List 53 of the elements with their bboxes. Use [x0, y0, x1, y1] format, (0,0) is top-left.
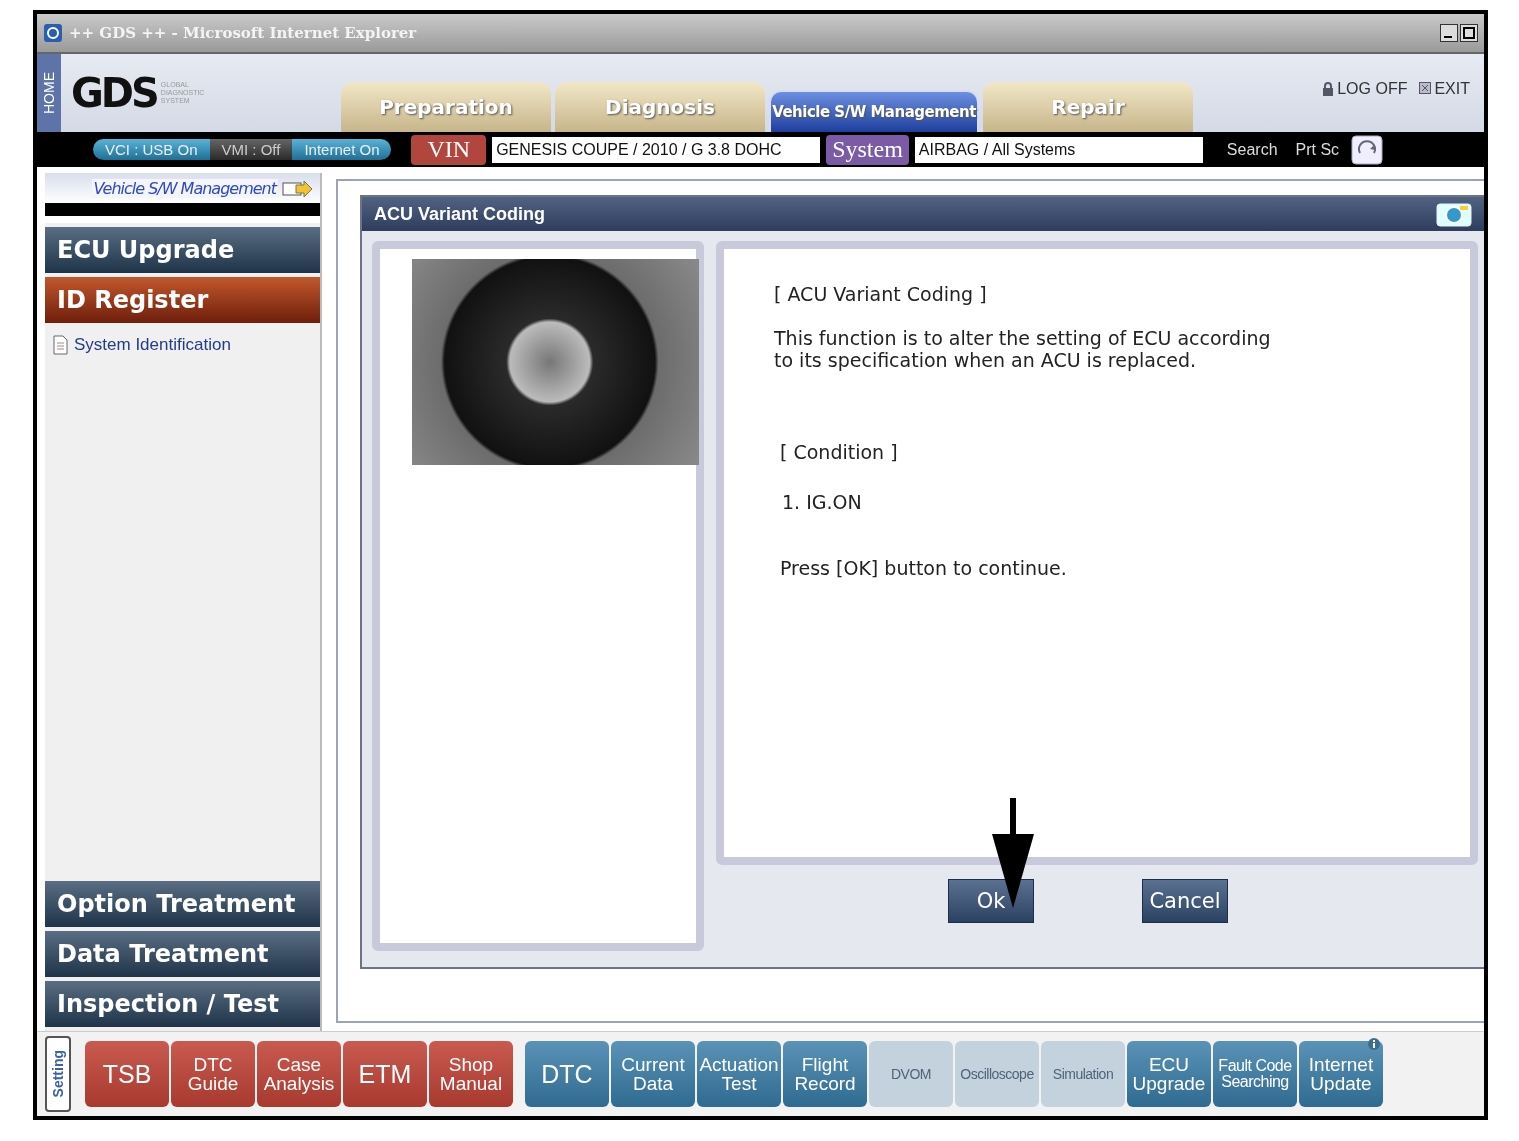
- sidebar-item[interactable]: ID Register: [45, 277, 320, 323]
- toolbar-button[interactable]: Current Data: [611, 1041, 695, 1107]
- toolbar-button[interactable]: Fault Code Searching: [1213, 1041, 1297, 1107]
- toolbar-button[interactable]: Flight Record: [783, 1041, 867, 1107]
- print-screen-button[interactable]: Prt Sc: [1289, 140, 1346, 159]
- status-indicator: VMI : Off: [209, 139, 293, 160]
- sidebar-item[interactable]: ECU Upgrade: [45, 227, 320, 273]
- sidebar-subitem[interactable]: System Identification: [74, 335, 231, 355]
- window-title: ++ GDS ++ - Microsoft Internet Explorer: [69, 24, 418, 42]
- logo: GDS: [71, 70, 157, 116]
- instruction-text: Press [OK] button to continue.: [780, 557, 1068, 579]
- arrow-icon: [282, 179, 314, 199]
- sidebar-item[interactable]: Option Treatment: [45, 881, 320, 927]
- system-label: System: [826, 134, 909, 165]
- document-icon: [53, 335, 68, 355]
- toolbar-button[interactable]: Case Analysis: [257, 1041, 341, 1107]
- toolbar-button[interactable]: ETM: [343, 1041, 427, 1107]
- toolbar-button[interactable]: Internet Update: [1299, 1041, 1383, 1107]
- close-icon: [1419, 82, 1432, 96]
- ok-button[interactable]: Ok: [948, 879, 1034, 923]
- status-indicator: Internet On: [292, 139, 392, 160]
- toolbar-button[interactable]: TSB: [85, 1041, 169, 1107]
- section-heading: [ Condition ]: [780, 441, 899, 463]
- sidebar-item[interactable]: Inspection / Test: [45, 981, 320, 1027]
- cancel-button[interactable]: Cancel: [1142, 879, 1228, 923]
- sidebar-item[interactable]: Data Treatment: [45, 931, 320, 977]
- setting-tab[interactable]: Setting: [45, 1036, 71, 1112]
- description-text: This function is to alter the setting of ECU according to its specification when an ACU is replaced.: [774, 327, 1272, 371]
- maximize-icon: [1460, 24, 1478, 42]
- condition-text: 1. IG.ON: [782, 491, 863, 513]
- info-icon: [1367, 1037, 1381, 1051]
- camera-icon: [1436, 200, 1472, 228]
- status-indicator: VCI : USB On: [93, 139, 210, 160]
- minimize-icon: [1440, 24, 1458, 42]
- ecu-icon: [1351, 134, 1384, 165]
- exit-link[interactable]: EXIT: [1419, 80, 1470, 98]
- home-tab[interactable]: HOME: [37, 54, 61, 132]
- toolbar-button[interactable]: ECU Upgrade: [1127, 1041, 1211, 1107]
- lock-icon: [1322, 82, 1335, 96]
- search-button[interactable]: Search: [1220, 140, 1284, 159]
- sidebar-title: Vehicle S/W Management: [91, 179, 278, 198]
- nav-tab[interactable]: Vehicle S/W Management: [769, 90, 979, 132]
- browser-icon: [43, 23, 63, 43]
- system-field: AIRBAG / All Systems: [914, 136, 1203, 163]
- toolbar-button[interactable]: Shop Manual: [429, 1041, 513, 1107]
- section-heading: [ ACU Variant Coding ]: [774, 283, 988, 305]
- toolbar-button[interactable]: Actuation Test: [697, 1041, 781, 1107]
- vin-field: GENESIS COUPE / 2010 / G 3.8 DOHC: [492, 136, 821, 163]
- log-off-link[interactable]: LOG OFF: [1322, 80, 1408, 98]
- dialog-title: ACU Variant Coding: [374, 203, 545, 225]
- toolbar-button[interactable]: DTC: [525, 1041, 609, 1107]
- vin-label: VIN: [411, 134, 487, 165]
- toolbar-button[interactable]: DTC Guide: [171, 1041, 255, 1107]
